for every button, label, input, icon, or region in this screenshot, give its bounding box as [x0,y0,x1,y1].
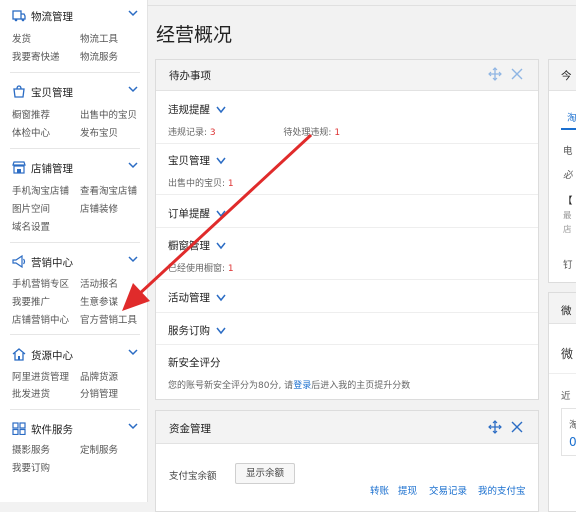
annotation-arrow [122,133,313,311]
